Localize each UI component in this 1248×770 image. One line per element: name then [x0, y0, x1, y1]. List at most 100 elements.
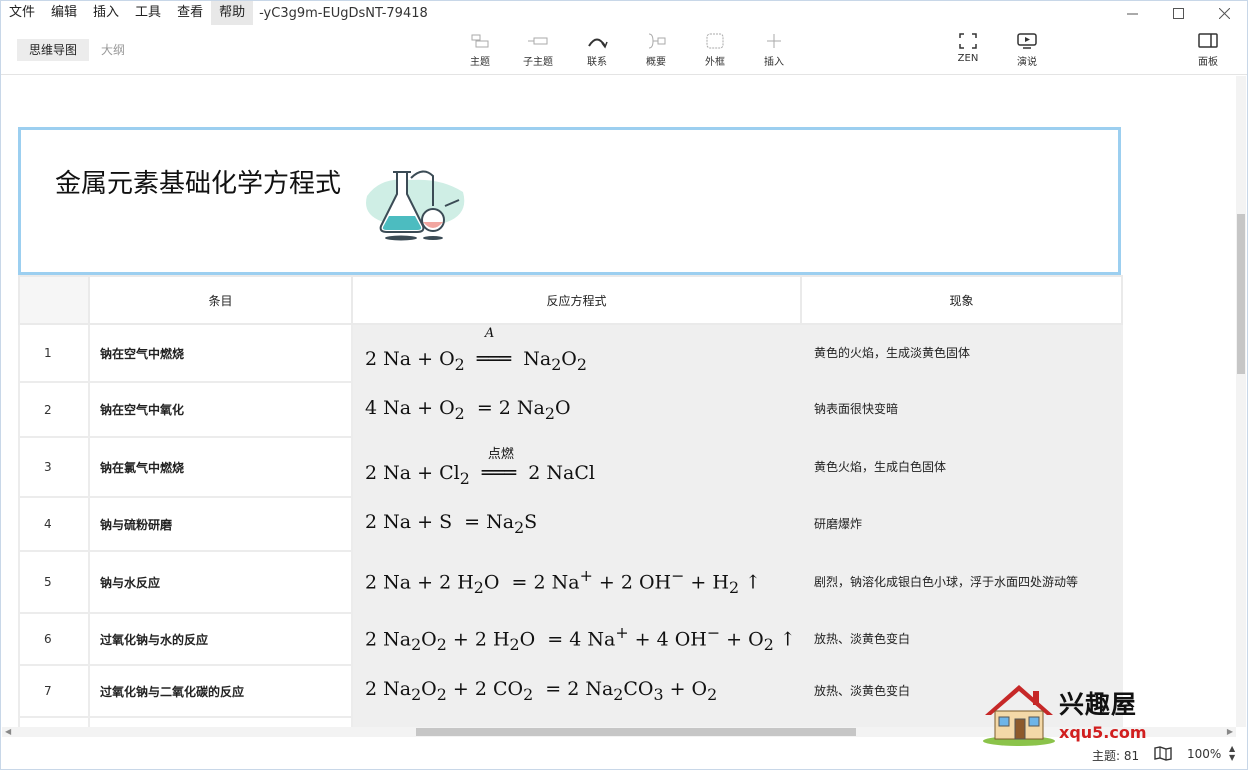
map-icon[interactable] — [1154, 746, 1172, 761]
menu-edit[interactable]: 编辑 — [43, 1, 85, 25]
row-number: 2 — [18, 381, 90, 438]
table-row[interactable]: 4 钠与硫粉研磨 2 Na + S = Na2S 研磨爆炸 — [18, 496, 1123, 552]
tab-mindmap[interactable]: 思维导图 — [17, 39, 90, 61]
watermark-name: 兴趣屋 — [1059, 690, 1138, 719]
summary-button[interactable]: 概要 — [631, 33, 681, 68]
vertical-scroll-thumb[interactable] — [1237, 214, 1245, 374]
mindmap-canvas[interactable]: 金属元素基础化学方程式 条目 反应方程式 现象 1 钠在空气中燃烧 2 Na +… — [1, 76, 1237, 727]
row-observation: 放热、淡黄色变白 — [800, 612, 1123, 666]
menu-insert[interactable]: 插入 — [85, 1, 127, 25]
row-equation — [351, 716, 802, 727]
relation-button[interactable]: 联系 — [572, 33, 622, 68]
view-tabs: 思维导图 大纲 — [17, 39, 137, 61]
condition-heat: A — [484, 326, 495, 342]
table-row[interactable]: 5 钠与水反应 2 Na + 2 H2O = 2 Na+ + 2 OH− + H… — [18, 550, 1123, 614]
close-button[interactable] — [1201, 1, 1247, 25]
condition-ignite: 点燃 — [487, 447, 514, 463]
table-row[interactable]: 7 过氧化钠与二氧化碳的反应 2 Na2O2 + 2 CO2 = 2 Na2CO… — [18, 664, 1123, 718]
panel-icon — [1198, 33, 1218, 48]
equations-table: 条目 反应方程式 现象 1 钠在空气中燃烧 2 Na + O2 A ═══ Na2… — [18, 275, 1123, 727]
row-item: 钠在空气中燃烧 — [88, 323, 353, 383]
zen-button[interactable]: ZEN — [943, 33, 993, 64]
summary-icon — [648, 33, 666, 49]
presentation-icon — [1017, 33, 1037, 49]
present-button[interactable]: 演说 — [1002, 33, 1052, 68]
menu-file[interactable]: 文件 — [1, 1, 43, 25]
boundary-label: 外框 — [705, 57, 725, 68]
table-header-row: 条目 反应方程式 现象 — [18, 275, 1123, 325]
minimize-icon — [1126, 13, 1138, 14]
maximize-button[interactable] — [1155, 1, 1201, 25]
row-observation: 剧烈，钠溶化成银白色小球，浮于水面四处游动等 — [800, 550, 1123, 614]
zen-label: ZEN — [957, 53, 979, 64]
present-label: 演说 — [1017, 57, 1037, 68]
column-header-item: 条目 — [88, 275, 353, 325]
scroll-right-icon[interactable]: ▶ — [1227, 727, 1233, 737]
zoom-level[interactable]: 100% — [1187, 747, 1221, 761]
row-item: 钠在氯气中燃烧 — [88, 436, 353, 498]
row-item: 钠在空气中氧化 — [88, 381, 353, 438]
row-number: 5 — [18, 550, 90, 614]
central-topic-title: 金属元素基础化学方程式 — [54, 169, 341, 199]
topic-count: 主题: 81 — [1092, 749, 1140, 763]
menu-view[interactable]: 查看 — [169, 1, 211, 25]
row-equation: 2 Na2O2 + 2 H2O = 4 Na+ + 4 OH− + O2 ↑ — [351, 612, 802, 666]
row-equation: 2 Na + O2 A ═══ Na2O2 — [351, 323, 802, 383]
status-bar: 主题: 81 100% ▲ ▼ — [1, 738, 1247, 769]
row-equation: 4 Na + O2 = 2 Na2O — [351, 381, 802, 438]
panel-button[interactable]: 面板 — [1183, 33, 1233, 68]
row-observation: 黄色的火焰，生成淡黄色固体 — [800, 323, 1123, 383]
row-number: 6 — [18, 612, 90, 666]
row-number — [18, 716, 90, 727]
zoom-stepper-icon[interactable]: ▲ ▼ — [1229, 744, 1235, 762]
row-item — [88, 716, 353, 727]
topic-icon — [471, 34, 489, 48]
row-item: 过氧化钠与二氧化碳的反应 — [88, 664, 353, 718]
fullscreen-icon — [959, 33, 977, 49]
vertical-scrollbar[interactable] — [1236, 76, 1246, 727]
maximize-icon — [1172, 7, 1184, 19]
row-equation: 2 Na2O2 + 2 CO2 = 2 Na2CO3 + O2 — [351, 664, 802, 718]
relation-label: 联系 — [587, 57, 607, 68]
table-row[interactable]: 6 过氧化钠与水的反应 2 Na2O2 + 2 H2O = 4 Na+ + 4 … — [18, 612, 1123, 666]
row-item: 钠与水反应 — [88, 550, 353, 614]
row-number: 7 — [18, 664, 90, 718]
insert-label: 插入 — [764, 57, 784, 68]
subtopic-label: 子主题 — [523, 57, 553, 68]
row-equation: 2 Na + S = Na2S — [351, 496, 802, 552]
boundary-button[interactable]: 外框 — [690, 33, 740, 68]
window-controls — [1109, 1, 1247, 25]
row-observation: 黄色火焰，生成白色固体 — [800, 436, 1123, 498]
tab-outline[interactable]: 大纲 — [89, 39, 137, 61]
row-observation: 钠表面很快变暗 — [800, 381, 1123, 438]
table-row[interactable]: 3 钠在氯气中燃烧 2 Na + Cl2 点燃 ═══ 2 NaCl 黄色火焰，生… — [18, 436, 1123, 498]
row-number: 3 — [18, 436, 90, 498]
boundary-icon — [706, 33, 724, 49]
topic-button[interactable]: 主题 — [455, 33, 505, 68]
menu-bar: 文件 编辑 插入 工具 查看 帮助 -yC3g9m-EUgDsNT-79418 — [1, 1, 1247, 25]
row-item: 钠与硫粉研磨 — [88, 496, 353, 552]
insert-button[interactable]: 插入 — [749, 33, 799, 68]
scroll-left-icon[interactable]: ◀ — [5, 727, 11, 737]
horizontal-scroll-thumb[interactable] — [416, 728, 856, 736]
app-window: 文件 编辑 插入 工具 查看 帮助 -yC3g9m-EUgDsNT-79418 … — [0, 0, 1248, 770]
subtopic-button[interactable]: 子主题 — [513, 33, 563, 68]
row-number: 4 — [18, 496, 90, 552]
row-equation: 2 Na + Cl2 点燃 ═══ 2 NaCl — [351, 436, 802, 498]
menu-tools[interactable]: 工具 — [127, 1, 169, 25]
column-header-observation: 现象 — [800, 275, 1123, 325]
chemistry-flask-icon — [366, 170, 465, 241]
column-header-equation: 反应方程式 — [351, 275, 802, 325]
toolbar: 思维导图 大纲 主题 子主题 联系 概要 外框 插入 ZEN 演说 面板 — [1, 25, 1247, 75]
close-icon — [1218, 7, 1230, 19]
central-topic[interactable]: 金属元素基础化学方程式 — [18, 127, 1121, 275]
plus-icon — [767, 34, 781, 48]
table-row[interactable]: 2 钠在空气中氧化 4 Na + O2 = 2 Na2O 钠表面很快变暗 — [18, 381, 1123, 438]
summary-label: 概要 — [646, 57, 666, 68]
table-row[interactable] — [18, 716, 1123, 727]
table-row[interactable]: 1 钠在空气中燃烧 2 Na + O2 A ═══ Na2O2 黄色的火焰，生成淡… — [18, 323, 1123, 383]
row-equation: 2 Na + 2 H2O = 2 Na+ + 2 OH− + H2 ↑ — [351, 550, 802, 614]
menu-help[interactable]: 帮助 — [211, 1, 254, 25]
minimize-button[interactable] — [1109, 1, 1155, 25]
topic-label: 主题 — [470, 57, 490, 68]
